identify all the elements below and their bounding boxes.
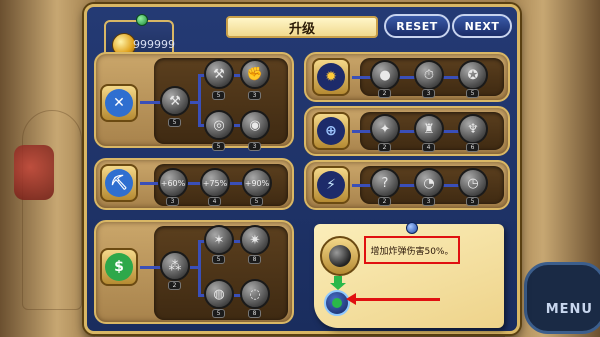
level-badge: 8 (248, 255, 261, 264)
timer-bomb-icon: ⏱ (423, 67, 435, 83)
node-label: +75% (202, 178, 228, 188)
upgrade-node[interactable]: ? (370, 168, 400, 198)
skill-description: 增加炸弹伤害50%。 (364, 236, 460, 264)
upgrade-node[interactable]: ● (370, 60, 400, 90)
coins-icon: ⁂ (168, 258, 182, 274)
upgrade-node[interactable]: ♆ (458, 114, 488, 144)
level-badge: 3 (166, 197, 179, 206)
level-badge: 5 (212, 91, 225, 100)
upgrade-node[interactable]: +60% (158, 168, 188, 198)
upgrade-node[interactable]: ⚒ (204, 59, 234, 89)
hammer-icon: ⚒ (213, 66, 225, 82)
explosive-category-icon[interactable]: ✹ (312, 58, 350, 96)
lightning-icon: ⚡ (317, 171, 345, 199)
upgrade-node[interactable]: ◔ (414, 168, 444, 198)
level-badge: 5 (212, 255, 225, 264)
upgrade-node[interactable]: ◷ (458, 168, 488, 198)
upgrade-node[interactable]: ♜ (414, 114, 444, 144)
lens-icon: ? (381, 175, 389, 191)
level-badge: 2 (378, 143, 391, 152)
level-badge: 3 (422, 89, 435, 98)
level-badge: 5 (212, 142, 225, 151)
confirm-icon (332, 298, 342, 308)
coin-pile-icon: ◌ (249, 286, 261, 302)
upgrade-node[interactable]: +90% (242, 168, 272, 198)
level-badge: 2 (378, 89, 391, 98)
level-badge: 3 (422, 197, 435, 206)
upgrade-node[interactable]: ⏱ (414, 60, 444, 90)
upgrade-node[interactable]: ✊ (240, 59, 270, 89)
node-label: +60% (160, 178, 186, 188)
level-badge: 2 (378, 197, 391, 206)
shovel-category-icon[interactable]: ⛏ (100, 164, 138, 202)
upgrade-node[interactable]: ✷ (240, 225, 270, 255)
level-badge: 3 (248, 142, 261, 151)
upgrade-node[interactable]: ◉ (240, 110, 270, 140)
page-title: 升级 (226, 16, 378, 38)
next-button[interactable]: NEXT (452, 14, 512, 38)
blade-icon: ✦ (379, 121, 391, 137)
dollar-icon: $ (105, 253, 133, 281)
radar-icon: ◉ (249, 117, 261, 133)
level-badge: 4 (208, 197, 221, 206)
bomb-icon: ● (379, 67, 391, 83)
coin-value: 999999 (133, 38, 175, 51)
upgrade-node[interactable]: ✶ (204, 225, 234, 255)
pin-icon (136, 14, 148, 26)
arm-icon: ✊ (246, 66, 264, 82)
bomb-icon (329, 245, 351, 267)
shovel-icon: ⛏ (105, 169, 133, 197)
upgrade-node[interactable]: ◎ (204, 110, 234, 140)
lightning-category-icon[interactable]: ⚡ (312, 166, 350, 204)
level-badge: 5 (466, 197, 479, 206)
sparkle-icon: ✶ (213, 232, 225, 248)
grenade-icon: ✪ (467, 67, 479, 83)
tools-category-icon[interactable]: ✕ (100, 84, 138, 122)
reset-button[interactable]: RESET (384, 14, 450, 38)
annotation-arrow (346, 293, 440, 305)
background-left (0, 0, 95, 337)
level-badge: 2 (168, 281, 181, 290)
background-object (14, 145, 54, 200)
sun-icon: ✹ (317, 63, 345, 91)
pin-icon (406, 222, 418, 234)
level-badge: 3 (248, 91, 261, 100)
level-badge: 5 (168, 118, 181, 127)
spin-icon: ◎ (213, 117, 225, 133)
selected-skill-icon (320, 236, 360, 276)
level-badge: 5 (466, 89, 479, 98)
target-category-icon[interactable]: ⊕ (312, 112, 350, 150)
level-badge: 4 (422, 143, 435, 152)
upgrade-node[interactable]: +75% (200, 168, 230, 198)
upgrade-node[interactable]: ✦ (370, 114, 400, 144)
level-badge: 8 (248, 309, 261, 318)
level-badge: 6 (466, 143, 479, 152)
background-sketch (22, 110, 82, 310)
node-label: +90% (244, 178, 270, 188)
level-badge: 5 (212, 309, 225, 318)
sparkle-icon: ✷ (249, 232, 261, 248)
coin-stack-icon: ◍ (213, 286, 225, 302)
wrench-icon: ✕ (105, 89, 133, 117)
upgrade-node[interactable]: ⚒ (160, 86, 190, 116)
upgrade-node[interactable]: ◌ (240, 279, 270, 309)
upgrade-node[interactable]: ◍ (204, 279, 234, 309)
robot-icon: ♜ (423, 121, 435, 137)
money-category-icon[interactable]: $ (100, 248, 138, 286)
hammer-icon: ⚒ (169, 93, 181, 109)
crosshair-icon: ⊕ (317, 117, 345, 145)
beacon-icon: ♆ (467, 121, 479, 137)
upgrade-node[interactable]: ⁂ (160, 251, 190, 281)
level-badge: 5 (250, 197, 263, 206)
menu-button[interactable]: MENU (524, 262, 600, 334)
upgrade-node[interactable]: ✪ (458, 60, 488, 90)
stopwatch-icon: ◷ (467, 175, 479, 191)
clock-icon: ◔ (423, 175, 435, 191)
